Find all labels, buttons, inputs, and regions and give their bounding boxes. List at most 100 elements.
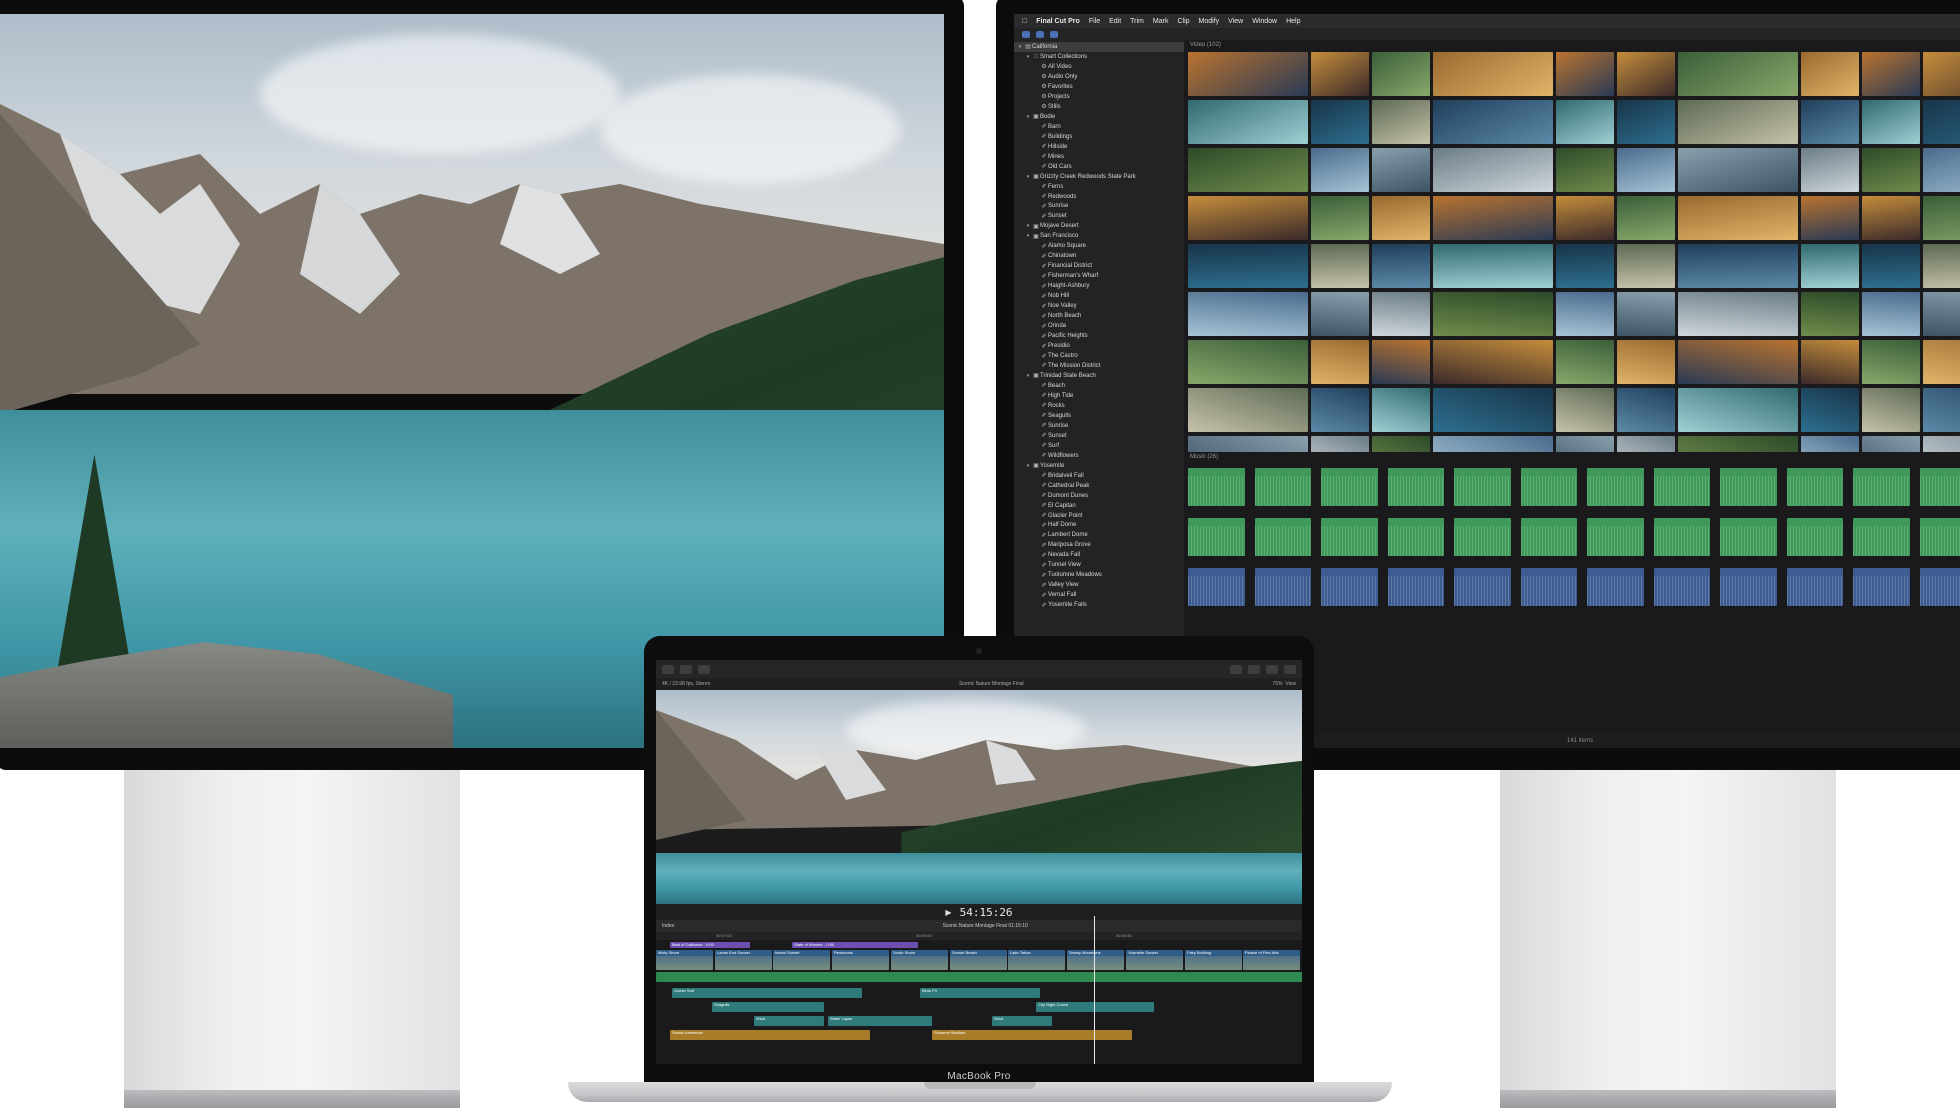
video-clip-thumbnail[interactable] bbox=[1311, 340, 1369, 384]
menu-help[interactable]: Help bbox=[1286, 18, 1300, 25]
video-clip-thumbnail[interactable] bbox=[1556, 340, 1614, 384]
library-item[interactable]: ✐ Bridalveil Fall bbox=[1014, 471, 1184, 481]
video-clip-thumbnail[interactable] bbox=[1188, 340, 1308, 384]
title-clip[interactable]: Best of California - 0:00 bbox=[670, 942, 750, 948]
audio-clip-thumbnail[interactable] bbox=[1188, 468, 1245, 506]
video-clip-thumbnail[interactable] bbox=[1862, 340, 1920, 384]
video-clip-thumbnail[interactable] bbox=[1862, 436, 1920, 452]
video-clip-thumbnail[interactable] bbox=[1923, 340, 1960, 384]
video-clip-thumbnail[interactable] bbox=[1801, 148, 1859, 192]
disclosure-triangle-icon[interactable]: ▾ bbox=[1024, 373, 1032, 379]
video-clip-thumbnail[interactable] bbox=[1801, 100, 1859, 144]
library-item[interactable]: ✐ Surf bbox=[1014, 441, 1184, 451]
disclosure-triangle-icon[interactable]: ▾ bbox=[1024, 114, 1032, 120]
audio-clip-thumbnail[interactable] bbox=[1853, 468, 1910, 506]
video-clip-thumbnail[interactable] bbox=[1556, 436, 1614, 452]
disclosure-triangle-icon[interactable]: ▾ bbox=[1024, 463, 1032, 469]
primary-video-clip[interactable]: Lands End Sunset bbox=[715, 950, 772, 970]
library-item[interactable]: ✐ Noe Valley bbox=[1014, 301, 1184, 311]
magnetic-timeline[interactable]: Best of California - 0:00 State of Wonder… bbox=[656, 940, 1302, 1064]
audio-clip-thumbnail[interactable] bbox=[1653, 568, 1710, 606]
library-item[interactable]: ✐ Fisherman's Wharf bbox=[1014, 271, 1184, 281]
video-clip-thumbnail[interactable] bbox=[1188, 148, 1308, 192]
connected-audio-clip[interactable]: Water Lapse bbox=[828, 1016, 932, 1026]
video-clip-thumbnail[interactable] bbox=[1678, 100, 1798, 144]
video-clip-thumbnail[interactable] bbox=[1862, 244, 1920, 288]
video-clip-thumbnail[interactable] bbox=[1678, 436, 1798, 452]
library-item[interactable]: ▾ ▣ San Francisco bbox=[1014, 231, 1184, 241]
library-item[interactable]: ✐ Yosemite Falls bbox=[1014, 600, 1184, 610]
library-item[interactable]: ✐ Cathedral Peak bbox=[1014, 481, 1184, 491]
primary-video-clip[interactable]: Palace of Fine Arts bbox=[1243, 950, 1300, 970]
library-item[interactable]: ✐ Seagulls bbox=[1014, 411, 1184, 421]
video-clip-thumbnail[interactable] bbox=[1556, 52, 1614, 96]
audio-clip-thumbnail[interactable] bbox=[1720, 568, 1777, 606]
video-clip-thumbnail[interactable] bbox=[1617, 148, 1675, 192]
menu-clip[interactable]: Clip bbox=[1177, 18, 1189, 25]
library-item[interactable]: ✐ Orinda bbox=[1014, 321, 1184, 331]
audio-clip-thumbnail[interactable] bbox=[1786, 518, 1843, 556]
view-menu[interactable]: View bbox=[1285, 681, 1296, 687]
audio-clip-thumbnail[interactable] bbox=[1188, 518, 1245, 556]
keyword-icon[interactable] bbox=[680, 664, 692, 674]
video-clip-thumbnail[interactable] bbox=[1311, 196, 1369, 240]
audio-clip-thumbnail[interactable] bbox=[1587, 468, 1644, 506]
library-item[interactable]: ✐ High Tide bbox=[1014, 391, 1184, 401]
primary-video-clip[interactable]: Lake Tahoe bbox=[1008, 950, 1065, 970]
video-clip-thumbnail[interactable] bbox=[1678, 196, 1798, 240]
video-clip-thumbnail[interactable] bbox=[1311, 52, 1369, 96]
disclosure-triangle-icon[interactable]: ▾ bbox=[1024, 223, 1032, 229]
video-clip-thumbnail[interactable] bbox=[1617, 340, 1675, 384]
titles-generators-icon[interactable] bbox=[1050, 30, 1058, 38]
video-clip-thumbnail[interactable] bbox=[1617, 388, 1675, 432]
audio-clip-thumbnail[interactable] bbox=[1387, 518, 1444, 556]
library-item[interactable]: ▾ ▣ Mojave Desert bbox=[1014, 221, 1184, 231]
primary-video-clip[interactable]: Sunset Beach bbox=[950, 950, 1007, 970]
video-clip-thumbnail[interactable] bbox=[1311, 292, 1369, 336]
video-clip-thumbnail[interactable] bbox=[1311, 100, 1369, 144]
video-clip-thumbnail[interactable] bbox=[1188, 100, 1308, 144]
index-button[interactable]: Index bbox=[662, 923, 674, 929]
audio-clip-thumbnail[interactable] bbox=[1254, 468, 1311, 506]
title-clip[interactable]: State of Wonder - 0:00 bbox=[792, 942, 918, 948]
import-icon[interactable] bbox=[662, 664, 674, 674]
audio-clip-thumbnail[interactable] bbox=[1587, 518, 1644, 556]
video-clip-thumbnail[interactable] bbox=[1372, 148, 1430, 192]
library-item[interactable]: ▾ ▣ Trinidad State Beach bbox=[1014, 371, 1184, 381]
video-clip-thumbnail[interactable] bbox=[1433, 100, 1553, 144]
library-item[interactable]: ✐ North Beach bbox=[1014, 311, 1184, 321]
connected-audio-clip[interactable]: Ocean Surf bbox=[672, 988, 862, 998]
library-item[interactable]: ⚙ All Video bbox=[1014, 62, 1184, 72]
video-clip-thumbnail[interactable] bbox=[1433, 340, 1553, 384]
video-clip-thumbnail[interactable] bbox=[1923, 292, 1960, 336]
library-item[interactable]: ✐ Glacier Point bbox=[1014, 511, 1184, 521]
video-clip-thumbnail[interactable] bbox=[1862, 292, 1920, 336]
video-clip-thumbnail[interactable] bbox=[1862, 52, 1920, 96]
library-toggle-icon[interactable] bbox=[1022, 30, 1030, 38]
video-clip-thumbnail[interactable] bbox=[1433, 244, 1553, 288]
audio-clip-thumbnail[interactable] bbox=[1786, 568, 1843, 606]
library-item[interactable]: ✐ Nevada Fall bbox=[1014, 550, 1184, 560]
audio-clip-thumbnail[interactable] bbox=[1587, 568, 1644, 606]
video-clip-thumbnail[interactable] bbox=[1678, 388, 1798, 432]
audio-clip-thumbnail[interactable] bbox=[1454, 468, 1511, 506]
video-clip-thumbnail[interactable] bbox=[1372, 436, 1430, 452]
video-clip-thumbnail[interactable] bbox=[1372, 388, 1430, 432]
library-item[interactable]: ✐ Sunset bbox=[1014, 211, 1184, 221]
library-item[interactable]: ✐ Lambert Dome bbox=[1014, 530, 1184, 540]
video-clip-thumbnail[interactable] bbox=[1801, 196, 1859, 240]
play-icon[interactable]: ▶ bbox=[945, 908, 951, 917]
video-clip-thumbnail[interactable] bbox=[1801, 292, 1859, 336]
video-clip-thumbnail[interactable] bbox=[1923, 52, 1960, 96]
zoom-level[interactable]: 75% bbox=[1272, 681, 1282, 687]
primary-video-clip[interactable]: Snowy Mountains bbox=[1067, 950, 1124, 970]
timeline-ruler[interactable]: 00:57:03 00:59:00 00:59:30 bbox=[656, 932, 1302, 940]
disclosure-triangle-icon[interactable]: ▾ bbox=[1024, 54, 1032, 60]
library-item[interactable]: ⚙ Stills bbox=[1014, 102, 1184, 112]
audio-clip-thumbnail[interactable] bbox=[1321, 468, 1378, 506]
menu-edit[interactable]: Edit bbox=[1109, 18, 1121, 25]
video-clip-thumbnail[interactable] bbox=[1862, 100, 1920, 144]
audio-clip-thumbnail[interactable] bbox=[1720, 518, 1777, 556]
primary-video-clip[interactable]: Inland Sunset bbox=[773, 950, 830, 970]
library-item[interactable]: ▾ ▣ Yosemite bbox=[1014, 461, 1184, 471]
